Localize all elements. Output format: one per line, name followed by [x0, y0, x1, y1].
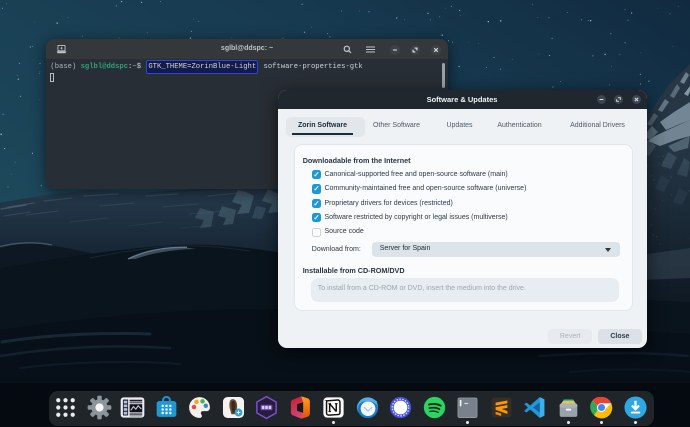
svg-text:▌: ▌	[460, 399, 463, 406]
